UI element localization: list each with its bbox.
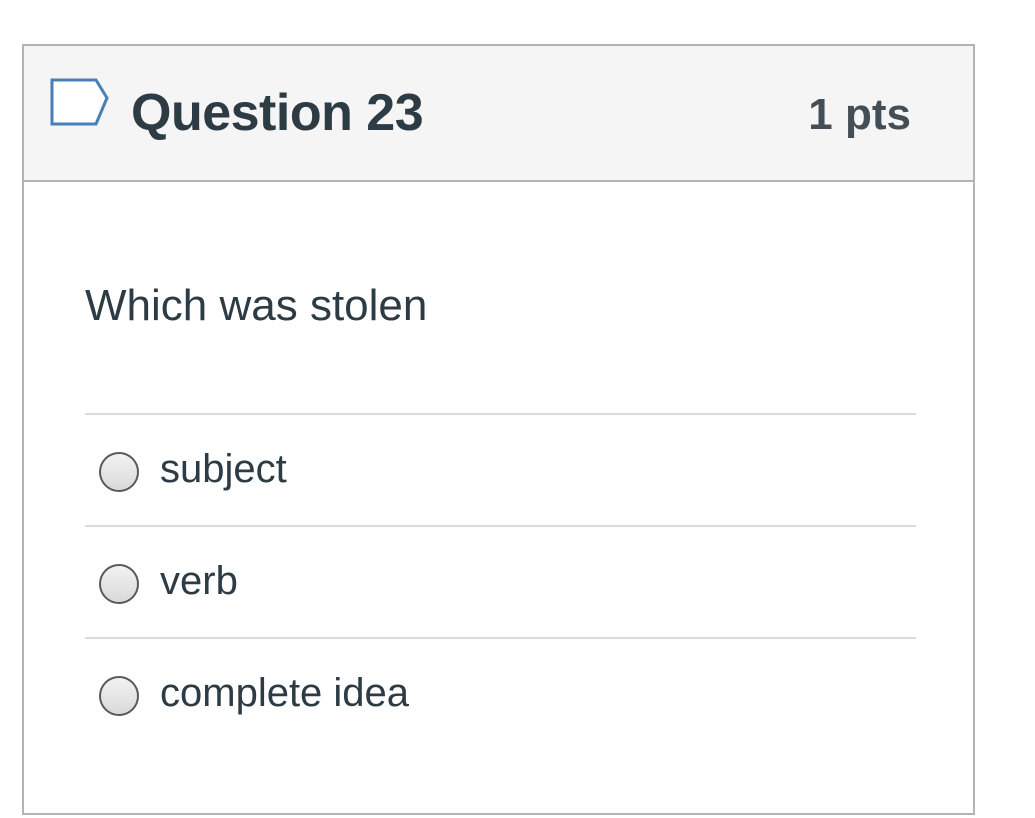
question-text: Which was stolen [85,281,428,330]
answer-option-complete-idea[interactable]: complete idea [85,637,916,749]
answer-label[interactable]: verb [160,555,238,607]
question-title: Question 23 [131,84,424,142]
flag-question-icon[interactable] [49,77,111,127]
answer-label[interactable]: complete idea [160,667,409,719]
answer-label[interactable]: subject [160,443,287,495]
answer-list: subject verb complete idea [85,413,916,749]
question-header: Question 23 1 pts [24,46,973,182]
answer-option-subject[interactable]: subject [85,413,916,525]
radio-button[interactable] [99,564,139,604]
radio-button[interactable] [99,676,139,716]
answer-option-verb[interactable]: verb [85,525,916,637]
question-card: Question 23 1 pts Which was stolen subje… [22,44,975,815]
radio-button[interactable] [99,452,139,492]
question-points: 1 pts [808,90,911,139]
